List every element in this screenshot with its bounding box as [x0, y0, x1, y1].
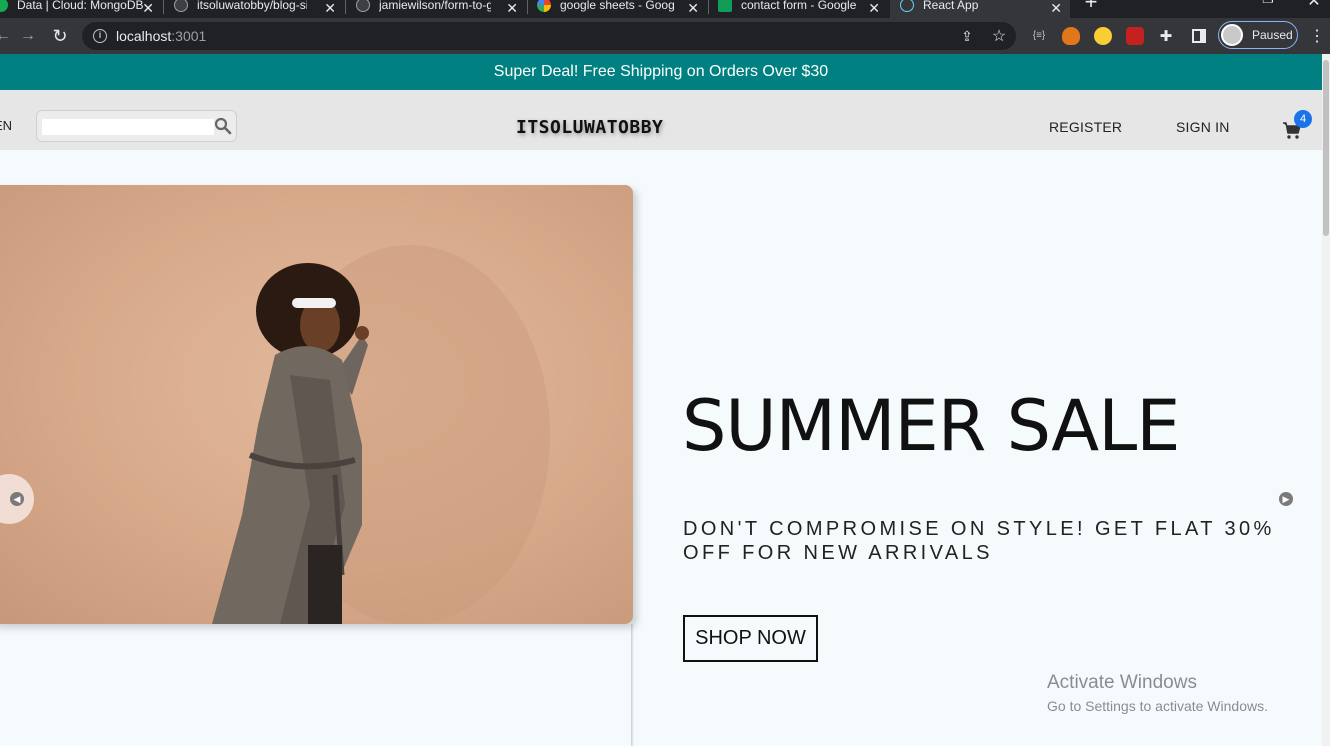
github-icon: [356, 0, 370, 12]
restore-icon[interactable]: ❐: [1257, 0, 1279, 10]
metamask-icon[interactable]: [1062, 27, 1080, 45]
close-window-icon[interactable]: ✕: [1303, 0, 1325, 12]
cart-button[interactable]: 4: [1283, 110, 1312, 142]
page-viewport: Super Deal! Free Shipping on Orders Over…: [0, 54, 1322, 746]
register-link[interactable]: REGISTER: [1049, 119, 1122, 135]
google-icon: [537, 0, 551, 12]
slide-title: SUMMER SALE: [682, 385, 1180, 467]
url-host: localhost: [116, 28, 172, 44]
arrow-left-icon: ◀: [10, 492, 24, 506]
arrow-right-icon: ▶: [1279, 492, 1293, 506]
close-icon[interactable]: ✕: [142, 0, 154, 17]
slide-divider-shadow: [631, 624, 634, 746]
announcement-text: Super Deal! Free Shipping on Orders Over…: [493, 63, 829, 80]
cart-badge: 4: [1294, 110, 1312, 128]
mongodb-favicon-icon: [0, 0, 8, 12]
close-icon[interactable]: ✕: [506, 0, 518, 17]
tab-divider: [345, 0, 346, 14]
language-label[interactable]: EN: [0, 118, 12, 133]
minimize-icon[interactable]: ‾: [1160, 0, 1182, 8]
tab-title: google sheets - Google: [560, 0, 674, 12]
tab-mongodb[interactable]: Data | Cloud: MongoDB ✕: [0, 0, 162, 18]
menu-kebab-icon[interactable]: ⋮: [1306, 25, 1328, 47]
search-input[interactable]: [42, 119, 214, 135]
tab-divider: [708, 0, 709, 14]
tab-title: jamiewilson/form-to-g: [379, 0, 491, 12]
browser-toolbar: ← → ↻ i localhost:3001 ⇪ ☆ {≡} ✚ Paused …: [0, 18, 1330, 54]
close-icon[interactable]: ✕: [868, 0, 880, 17]
tab-divider: [163, 0, 164, 14]
tab-title: Data | Cloud: MongoDB: [17, 0, 144, 12]
search-container: [36, 110, 237, 142]
url-text[interactable]: localhost:3001: [116, 28, 206, 44]
red-extension-icon[interactable]: [1126, 27, 1144, 45]
tab-github-blog[interactable]: itsoluwatobby/blog-site ✕: [174, 0, 344, 18]
emoji-extension-icon[interactable]: [1094, 27, 1112, 45]
json-extension-icon[interactable]: {≡}: [1030, 27, 1048, 45]
side-panel-icon[interactable]: [1188, 25, 1210, 47]
site-info-icon[interactable]: i: [93, 29, 107, 43]
windows-activation-watermark: Activate Windows Go to Settings to activ…: [1047, 672, 1268, 714]
watermark-title: Activate Windows: [1047, 672, 1197, 693]
search-icon[interactable]: [214, 117, 232, 135]
tab-react-app[interactable]: React App ✕: [890, 0, 1070, 18]
page-scrollbar[interactable]: [1322, 54, 1330, 746]
tab-divider: [527, 0, 528, 14]
site-logo[interactable]: ITSOLUWATOBBY: [516, 117, 663, 138]
github-icon: [174, 0, 188, 12]
slide-image: [0, 185, 633, 624]
profile-button[interactable]: Paused: [1218, 21, 1298, 49]
extensions-puzzle-icon[interactable]: ✚: [1155, 25, 1177, 47]
navbar: EN ITSOLUWATOBBY REGISTER SIGN IN 4: [0, 90, 1322, 150]
react-icon: [900, 0, 914, 12]
tab-google-search[interactable]: google sheets - Google ✕: [537, 0, 707, 18]
watermark-subtitle: Go to Settings to activate Windows.: [1047, 698, 1268, 714]
forward-icon[interactable]: →: [17, 25, 39, 47]
bookmark-star-icon[interactable]: ☆: [988, 25, 1010, 47]
scrollbar-thumb[interactable]: [1323, 60, 1329, 236]
back-icon[interactable]: ←: [0, 25, 14, 47]
signin-link[interactable]: SIGN IN: [1176, 119, 1230, 135]
shop-now-button[interactable]: SHOP NOW: [683, 615, 818, 662]
sheets-icon: [718, 0, 732, 12]
tab-strip: Data | Cloud: MongoDB ✕ itsoluwatobby/bl…: [0, 0, 1330, 18]
slide-description: DON'T COMPROMISE ON STYLE! GET FLAT 30% …: [683, 518, 1275, 564]
close-icon[interactable]: ✕: [687, 0, 699, 17]
tab-title: React App: [923, 0, 979, 12]
avatar: [1221, 24, 1243, 46]
share-icon[interactable]: ⇪: [956, 25, 978, 47]
model-photo-illustration: [212, 245, 550, 624]
announcement-bar: Super Deal! Free Shipping on Orders Over…: [0, 54, 1322, 90]
address-bar[interactable]: i localhost:3001 ⇪ ☆: [82, 22, 1016, 50]
tab-title: contact form - Google: [741, 0, 857, 12]
close-icon[interactable]: ✕: [324, 0, 336, 17]
tab-title: itsoluwatobby/blog-site: [197, 0, 307, 12]
url-port: :3001: [171, 28, 207, 44]
close-icon[interactable]: ✕: [1050, 0, 1062, 17]
profile-status: Paused: [1252, 28, 1293, 42]
tab-google-sheets[interactable]: contact form - Google ✕: [718, 0, 888, 18]
reload-icon[interactable]: ↻: [49, 25, 71, 47]
tab-github-form[interactable]: jamiewilson/form-to-g ✕: [356, 0, 526, 18]
new-tab-icon[interactable]: +: [1080, 0, 1102, 14]
